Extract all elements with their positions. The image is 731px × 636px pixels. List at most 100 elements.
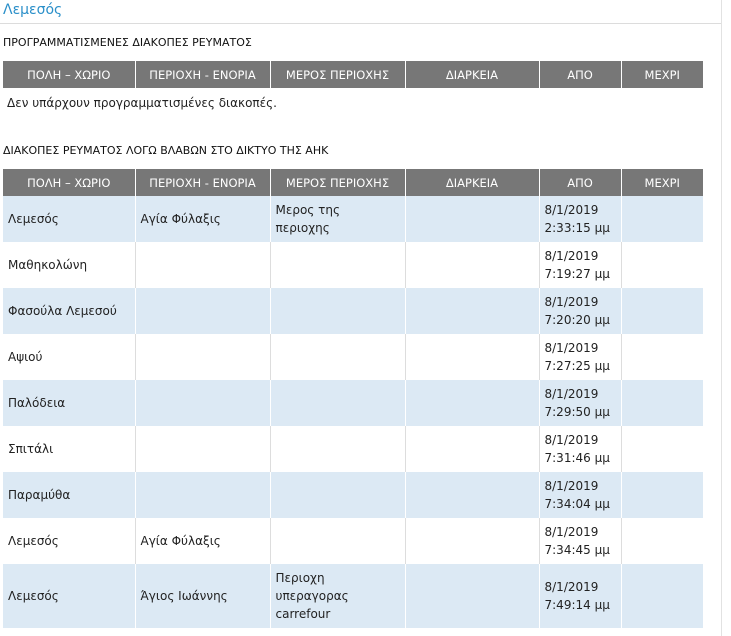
cell-from-text: 8/1/2019 7:27:25 μμ bbox=[544, 341, 610, 373]
table-row: Μαθηκολώνη 8/1/2019 7:19:27 μμ bbox=[3, 242, 703, 288]
cell-until bbox=[621, 288, 703, 334]
cell-until bbox=[621, 426, 703, 472]
cell-from: 8/1/2019 7:49:14 μμ bbox=[539, 564, 622, 628]
cell-city: Λεμεσός bbox=[3, 564, 136, 628]
cell-duration bbox=[405, 518, 540, 564]
cell-duration bbox=[405, 242, 540, 288]
cell-from-text: 8/1/2019 2:33:15 μμ bbox=[544, 203, 610, 235]
cell-from-text: 8/1/2019 7:34:45 μμ bbox=[544, 525, 610, 557]
column-header-from: ΑΠΟ bbox=[539, 169, 622, 196]
cell-part-text: Μερος της περιοχης bbox=[275, 203, 341, 235]
cell-part: Περιοχη υπεραγορας carrefour bbox=[270, 564, 406, 628]
cell-until bbox=[621, 334, 703, 380]
cell-part bbox=[270, 334, 406, 380]
cell-from: 8/1/2019 2:33:15 μμ bbox=[539, 196, 622, 242]
faults-header-row: ΠΟΛΗ – ΧΩΡΙΟ ΠΕΡΙΟΧΗ - ΕΝΟΡΙΑ ΜΕΡΟΣ ΠΕΡΙ… bbox=[3, 169, 703, 196]
table-row: Παλόδεια 8/1/2019 7:29:50 μμ bbox=[3, 380, 703, 426]
cell-city-text: Παλόδεια bbox=[8, 396, 66, 410]
cell-until bbox=[621, 564, 703, 628]
column-header-until: ΜΕΧΡΙ bbox=[621, 61, 703, 88]
cell-area-text: Άγιος Ιωάννης bbox=[140, 589, 228, 603]
cell-area bbox=[135, 472, 271, 518]
cell-from-text: 8/1/2019 7:34:04 μμ bbox=[544, 479, 610, 511]
content-edge bbox=[721, 0, 722, 636]
scheduled-outages-title: ΠΡΟΓΡΑΜΜΑΤΙΣΜΕΝΕΣ ΔΙΑΚΟΠΕΣ ΡΕΥΜΑΤΟΣ bbox=[3, 36, 252, 49]
cell-city: Αψιού bbox=[3, 334, 136, 380]
cell-part bbox=[270, 472, 406, 518]
cell-city: Μαθηκολώνη bbox=[3, 242, 136, 288]
cell-until bbox=[621, 196, 703, 242]
cell-city-text: Σπιτάλι bbox=[8, 442, 54, 456]
table-row: Παραμύθα 8/1/2019 7:34:04 μμ bbox=[3, 472, 703, 518]
cell-area bbox=[135, 334, 271, 380]
column-header-part: ΜΕΡΟΣ ΠΕΡΙΟΧΗΣ bbox=[270, 169, 406, 196]
cell-area: Άγιος Ιωάννης bbox=[135, 564, 271, 628]
cell-from: 8/1/2019 7:34:04 μμ bbox=[539, 472, 622, 518]
cell-duration bbox=[405, 472, 540, 518]
cell-part-text: Περιοχη υπεραγορας carrefour bbox=[275, 571, 349, 621]
cell-part bbox=[270, 288, 406, 334]
title-divider bbox=[0, 23, 722, 24]
cell-duration bbox=[405, 288, 540, 334]
cell-city: Λεμεσός bbox=[3, 518, 136, 564]
cell-city-text: Λεμεσός bbox=[8, 589, 59, 603]
cell-area bbox=[135, 242, 271, 288]
table-row: Σπιτάλι 8/1/2019 7:31:46 μμ bbox=[3, 426, 703, 472]
cell-city: Παραμύθα bbox=[3, 472, 136, 518]
cell-area-text: Αγία Φύλαξις bbox=[140, 212, 221, 226]
fault-outages-body: Λεμεσός Αγία Φύλαξις Μερος της περιοχης 8/1… bbox=[3, 196, 703, 628]
cell-city-text: Παραμύθα bbox=[8, 488, 71, 502]
fault-outages-title: ΔΙΑΚΟΠΕΣ ΡΕΥΜΑΤΟΣ ΛΟΓΩ ΒΛΑΒΩΝ ΣΤΟ ΔΙΚΤΥΟ… bbox=[3, 144, 329, 157]
cell-from: 8/1/2019 7:34:45 μμ bbox=[539, 518, 622, 564]
table-row: Λεμεσός Άγιος Ιωάννης Περιοχη υπεραγορας c… bbox=[3, 564, 703, 628]
cell-area: Αγία Φύλαξις bbox=[135, 196, 271, 242]
cell-part bbox=[270, 426, 406, 472]
fault-outages-table: ΠΟΛΗ – ΧΩΡΙΟ ΠΕΡΙΟΧΗ - ΕΝΟΡΙΑ ΜΕΡΟΣ ΠΕΡΙ… bbox=[3, 169, 703, 628]
column-header-city: ΠΟΛΗ – ΧΩΡΙΟ bbox=[3, 169, 136, 196]
column-header-area: ΠΕΡΙΟΧΗ - ΕΝΟΡΙΑ bbox=[135, 61, 271, 88]
cell-city: Σπιτάλι bbox=[3, 426, 136, 472]
cell-area bbox=[135, 426, 271, 472]
cell-city-text: Αψιού bbox=[8, 350, 43, 364]
cell-area bbox=[135, 288, 271, 334]
column-header-from: ΑΠΟ bbox=[539, 61, 622, 88]
column-header-duration: ΔΙΑΡΚΕΙΑ bbox=[405, 169, 540, 196]
cell-duration bbox=[405, 426, 540, 472]
column-header-part: ΜΕΡΟΣ ΠΕΡΙΟΧΗΣ bbox=[270, 61, 406, 88]
city-title: Λεμεσός bbox=[3, 2, 63, 18]
column-header-duration: ΔΙΑΡΚΕΙΑ bbox=[405, 61, 540, 88]
cell-area-text: Αγία Φύλαξις bbox=[140, 534, 221, 548]
cell-until bbox=[621, 380, 703, 426]
cell-from: 8/1/2019 7:19:27 μμ bbox=[539, 242, 622, 288]
cell-duration bbox=[405, 564, 540, 628]
cell-city-text: Φασούλα Λεμεσού bbox=[8, 304, 117, 318]
cell-area bbox=[135, 380, 271, 426]
cell-city-text: Λεμεσός bbox=[8, 212, 59, 226]
cell-from-text: 8/1/2019 7:31:46 μμ bbox=[544, 433, 610, 465]
no-scheduled-message: Δεν υπάρχουν προγραμματισμένες διακοπές. bbox=[7, 96, 277, 110]
cell-from: 8/1/2019 7:20:20 μμ bbox=[539, 288, 622, 334]
cell-until bbox=[621, 518, 703, 564]
cell-from-text: 8/1/2019 7:19:27 μμ bbox=[544, 249, 610, 281]
cell-from-text: 8/1/2019 7:29:50 μμ bbox=[544, 387, 610, 419]
outage-page: Λεμεσός ΠΡΟΓΡΑΜΜΑΤΙΣΜΕΝΕΣ ΔΙΑΚΟΠΕΣ ΡΕΥΜΑ… bbox=[0, 0, 731, 636]
table-row: Αψιού 8/1/2019 7:27:25 μμ bbox=[3, 334, 703, 380]
cell-duration bbox=[405, 196, 540, 242]
cell-part bbox=[270, 242, 406, 288]
scheduled-outages-table: ΠΟΛΗ – ΧΩΡΙΟ ΠΕΡΙΟΧΗ - ΕΝΟΡΙΑ ΜΕΡΟΣ ΠΕΡΙ… bbox=[3, 61, 703, 88]
cell-from-text: 8/1/2019 7:20:20 μμ bbox=[544, 295, 610, 327]
table-row: Λεμεσός Αγία Φύλαξις Μερος της περιοχης 8/1… bbox=[3, 196, 703, 242]
cell-duration bbox=[405, 380, 540, 426]
cell-city: Παλόδεια bbox=[3, 380, 136, 426]
table-row: Λεμεσός Αγία Φύλαξις 8/1/2019 7:34:45 μμ bbox=[3, 518, 703, 564]
cell-duration bbox=[405, 334, 540, 380]
cell-part bbox=[270, 380, 406, 426]
column-header-area: ΠΕΡΙΟΧΗ - ΕΝΟΡΙΑ bbox=[135, 169, 271, 196]
cell-city-text: Μαθηκολώνη bbox=[8, 258, 88, 272]
cell-part: Μερος της περιοχης bbox=[270, 196, 406, 242]
column-header-until: ΜΕΧΡΙ bbox=[621, 169, 703, 196]
scheduled-header-row: ΠΟΛΗ – ΧΩΡΙΟ ΠΕΡΙΟΧΗ - ΕΝΟΡΙΑ ΜΕΡΟΣ ΠΕΡΙ… bbox=[3, 61, 703, 88]
cell-city: Φασούλα Λεμεσού bbox=[3, 288, 136, 334]
cell-until bbox=[621, 242, 703, 288]
table-row: Φασούλα Λεμεσού 8/1/2019 7:20:20 μμ bbox=[3, 288, 703, 334]
